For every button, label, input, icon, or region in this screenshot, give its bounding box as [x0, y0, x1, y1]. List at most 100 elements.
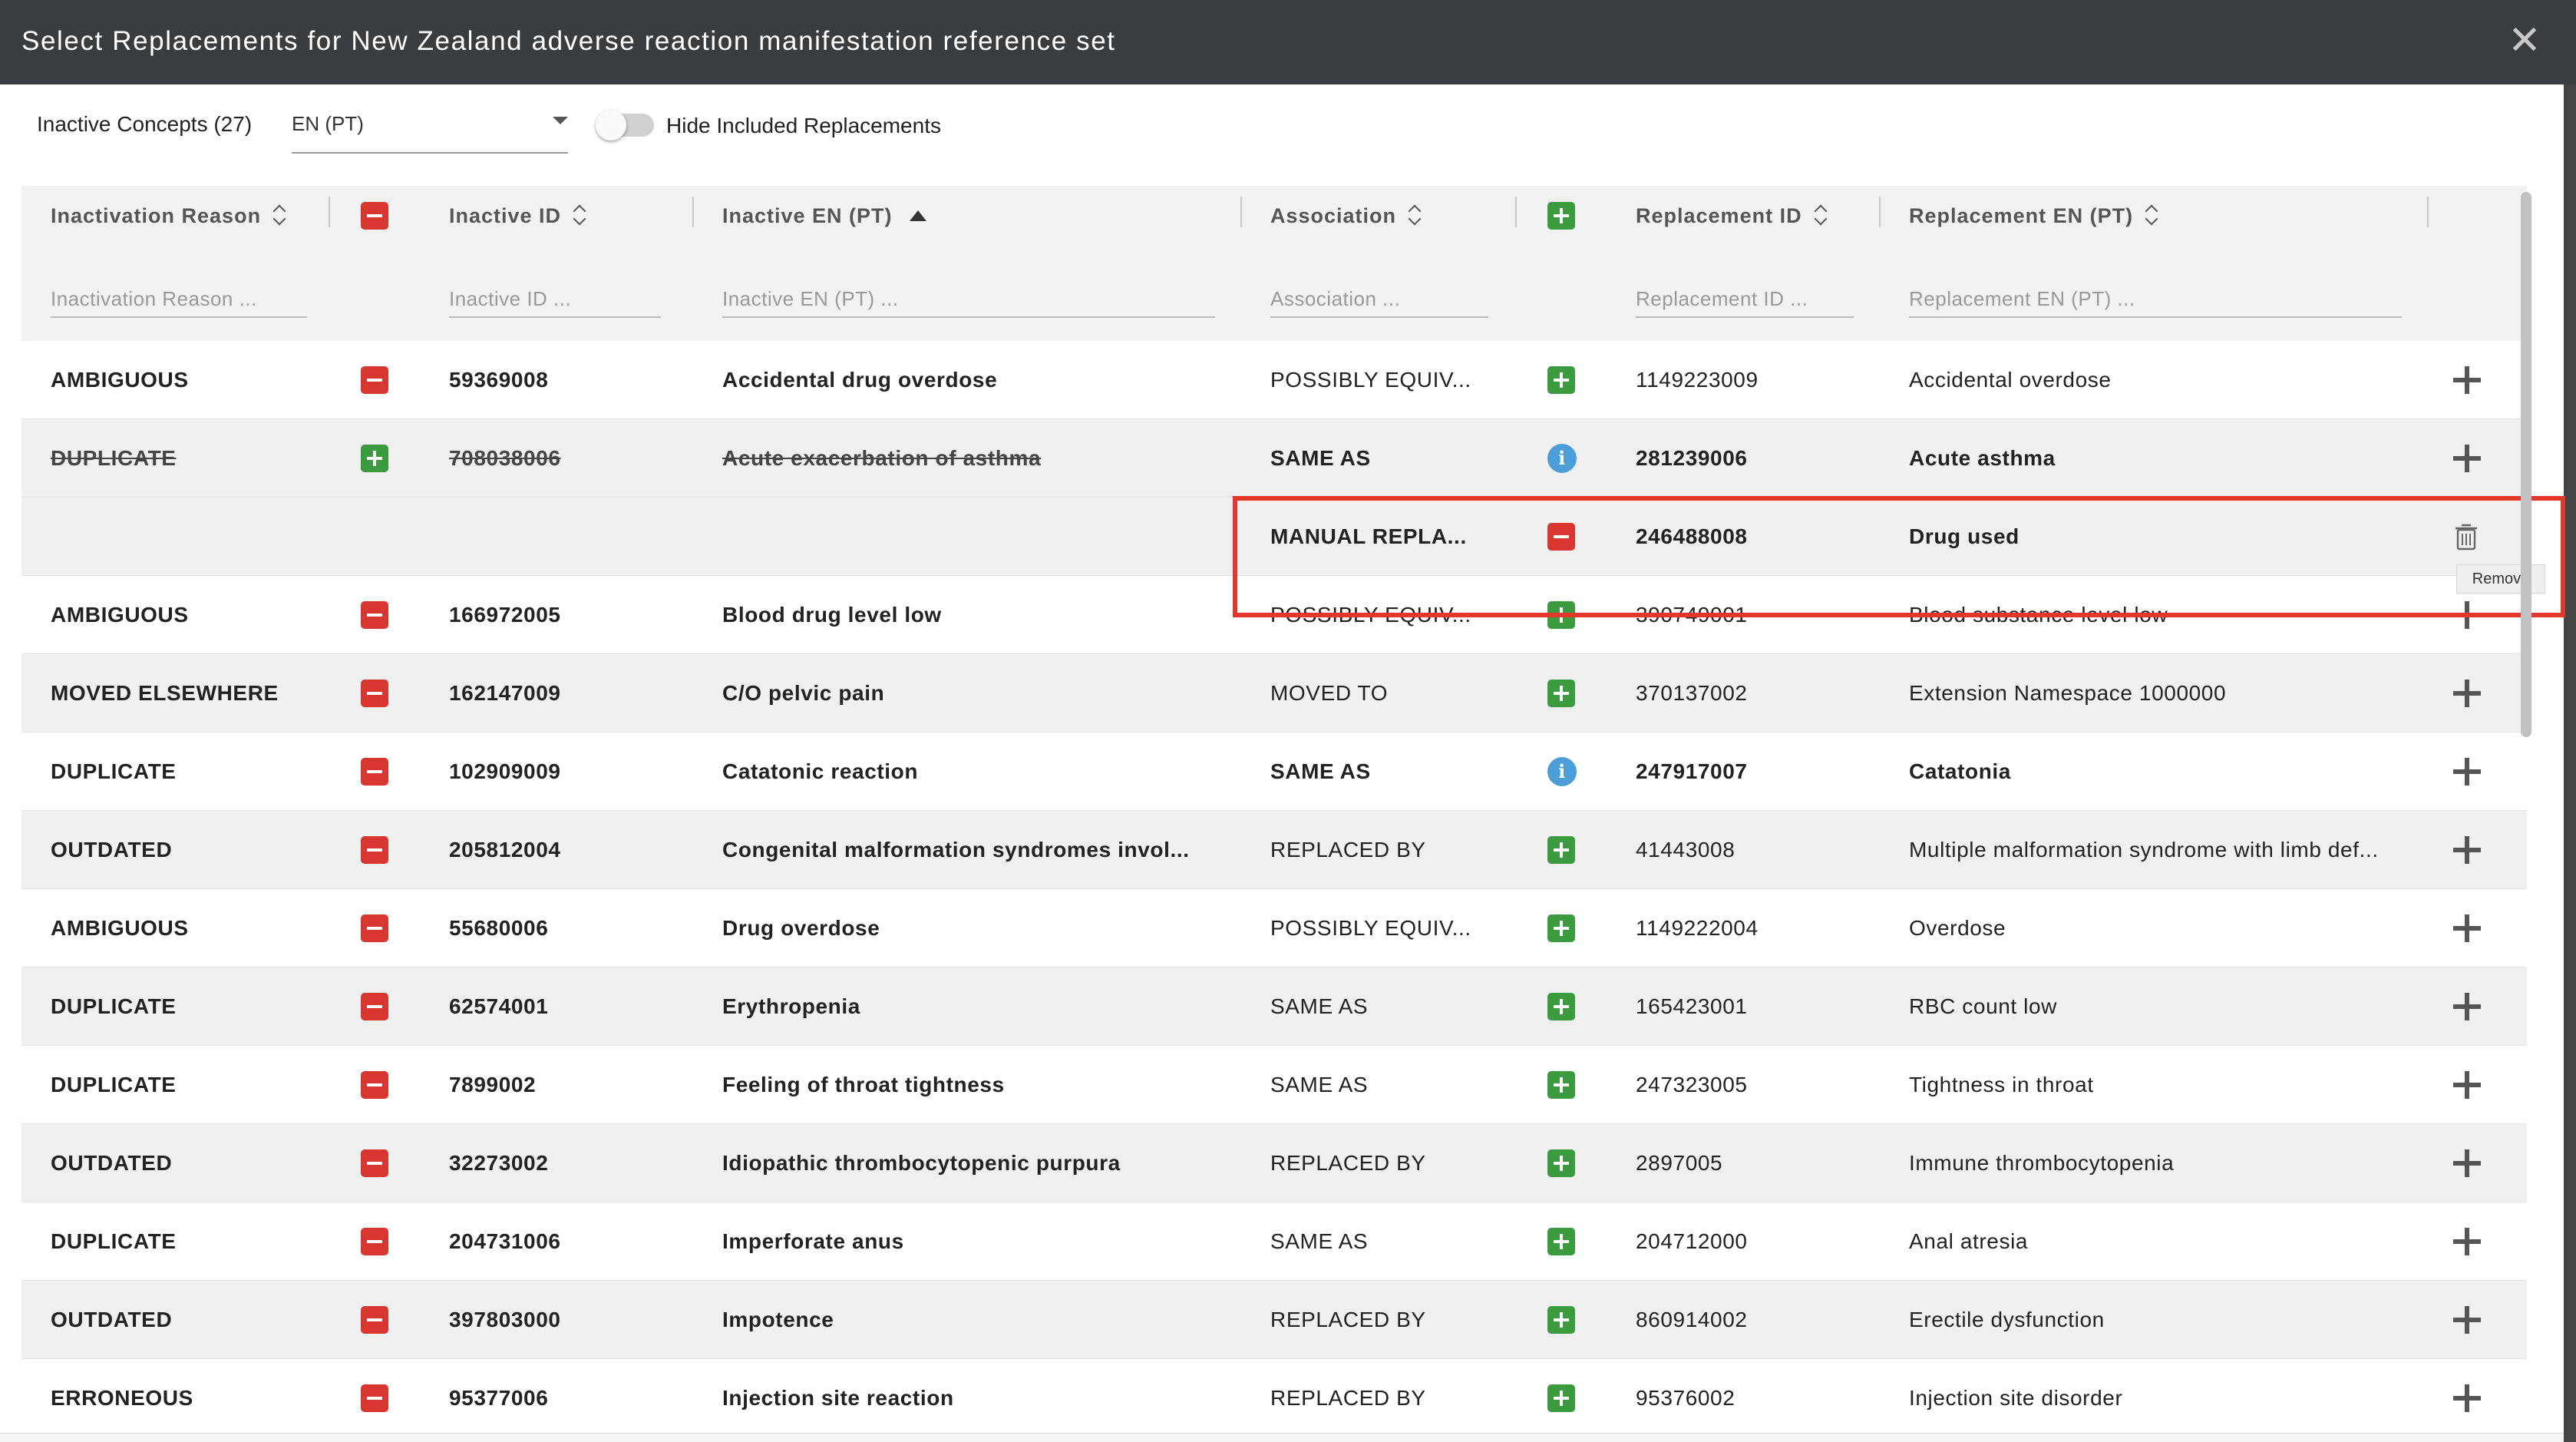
add-replacement-icon[interactable]: [2453, 758, 2481, 785]
sort-icon[interactable]: [273, 206, 287, 226]
association-add-button[interactable]: [1547, 601, 1575, 629]
inactive-en: Accidental drug overdose: [722, 368, 998, 392]
association: SAME AS: [1270, 446, 1371, 470]
filter-inactivation-reason[interactable]: Inactivation Reason ...: [51, 283, 307, 318]
replacement-en: RBC count low: [1909, 994, 2057, 1018]
association-add-button[interactable]: [1547, 914, 1575, 942]
add-replacement-icon[interactable]: [2453, 601, 2481, 629]
vertical-scrollbar[interactable]: [2521, 192, 2531, 737]
association-add-button[interactable]: [1547, 1384, 1575, 1412]
header-inactivation-reason[interactable]: Inactivation Reason: [51, 198, 287, 233]
header-add-all[interactable]: [1547, 198, 1575, 233]
header-replacement-id[interactable]: Replacement ID: [1636, 198, 1828, 233]
reason-cell: [361, 1046, 391, 1124]
reason-remove-button[interactable]: [361, 1071, 388, 1099]
sort-ascending-icon[interactable]: [909, 210, 926, 221]
reason-remove-button[interactable]: [361, 993, 388, 1020]
inactive-id: 62574001: [449, 994, 549, 1018]
association-add-button[interactable]: [1547, 1149, 1575, 1177]
replacement-en: Blood substance level low: [1909, 603, 2168, 627]
association-cell: i: [1547, 419, 1580, 498]
reason-remove-button[interactable]: [361, 758, 388, 785]
sort-icon[interactable]: [573, 206, 587, 226]
replacement-id: 247323005: [1636, 1073, 1748, 1096]
add-replacement-icon[interactable]: [2453, 1306, 2481, 1334]
add-replacement-icon[interactable]: [2453, 993, 2481, 1020]
sort-icon[interactable]: [1409, 206, 1422, 226]
replacement-en: Erectile dysfunction: [1909, 1308, 2105, 1331]
reason-remove-button[interactable]: [361, 1306, 388, 1334]
header-inactive-id[interactable]: Inactive ID: [449, 198, 587, 233]
info-icon[interactable]: i: [1547, 757, 1577, 786]
info-icon[interactable]: i: [1547, 444, 1577, 473]
reason-add-button[interactable]: [361, 445, 388, 472]
inactivation-reason: AMBIGUOUS: [51, 916, 189, 940]
replacement-en: Tightness in throat: [1909, 1073, 2094, 1096]
association-add-button[interactable]: [1547, 1228, 1575, 1255]
association: POSSIBLY EQUIV...: [1270, 368, 1471, 392]
filter-row: Inactivation Reason ... Inactive ID ... …: [21, 246, 2527, 341]
inactivation-reason: [51, 498, 342, 576]
add-replacement-icon[interactable]: [2453, 914, 2481, 942]
row-action-cell: [2453, 1359, 2487, 1437]
remove-all-button[interactable]: [361, 202, 388, 230]
reason-remove-button[interactable]: [361, 1228, 388, 1255]
inactive-en: Blood drug level low: [722, 603, 942, 627]
hide-included-toggle[interactable]: [596, 110, 654, 141]
reason-remove-button[interactable]: [361, 914, 388, 942]
association: REPLACED BY: [1270, 1151, 1426, 1175]
reason-remove-button[interactable]: [361, 366, 388, 394]
add-replacement-icon[interactable]: [2453, 1071, 2481, 1099]
inactive-en: Idiopathic thrombocytopenic purpura: [722, 1151, 1121, 1175]
reason-remove-button[interactable]: [361, 680, 388, 707]
inactive-en: Acute exacerbation of asthma: [722, 446, 1042, 470]
header-replacement-en[interactable]: Replacement EN (PT): [1909, 198, 2159, 233]
header-remove-all[interactable]: [361, 198, 388, 233]
filter-inactive-id[interactable]: Inactive ID ...: [449, 283, 661, 318]
reason-remove-button[interactable]: [361, 1149, 388, 1177]
inactivation-reason: DUPLICATE: [51, 759, 177, 783]
add-replacement-icon[interactable]: [2453, 1228, 2481, 1255]
add-replacement-icon[interactable]: [2453, 1384, 2481, 1412]
replacement-en: Injection site disorder: [1909, 1386, 2123, 1410]
row-action-cell: [2453, 889, 2487, 967]
filter-association[interactable]: Association ...: [1270, 283, 1488, 318]
header-label: Replacement ID: [1636, 203, 1802, 227]
association-add-button[interactable]: [1547, 836, 1575, 864]
association: REPLACED BY: [1270, 1308, 1426, 1331]
association-add-button[interactable]: [1547, 1071, 1575, 1099]
header-association[interactable]: Association: [1270, 198, 1422, 233]
sort-icon[interactable]: [2145, 206, 2159, 226]
table-row: DUPLICATE 204731006 Imperforate anus SAME A…: [21, 1202, 2527, 1281]
association: REPLACED BY: [1270, 838, 1426, 862]
association-add-button[interactable]: [1547, 1306, 1575, 1334]
association-add-button[interactable]: [1547, 366, 1575, 394]
add-all-button[interactable]: [1547, 202, 1575, 230]
reason-remove-button[interactable]: [361, 836, 388, 864]
filter-inactive-en[interactable]: Inactive EN (PT) ...: [722, 283, 1215, 318]
add-replacement-icon[interactable]: [2453, 366, 2481, 394]
add-replacement-icon[interactable]: [2453, 836, 2481, 864]
sort-icon[interactable]: [1815, 206, 1828, 226]
add-replacement-icon[interactable]: [2453, 1149, 2481, 1177]
add-replacement-icon[interactable]: [2453, 445, 2481, 472]
replacement-id: 204712000: [1636, 1229, 1748, 1253]
header-inactive-en[interactable]: Inactive EN (PT): [722, 198, 926, 233]
association-remove-button[interactable]: [1547, 523, 1575, 551]
close-icon[interactable]: ✕: [2504, 20, 2545, 61]
add-replacement-icon[interactable]: [2453, 680, 2481, 707]
reason-remove-button[interactable]: [361, 601, 388, 629]
inactive-id: 59369008: [449, 368, 549, 392]
association-cell: [1547, 1281, 1580, 1359]
row-action-cell: [2453, 733, 2487, 811]
filter-replacement-en[interactable]: Replacement EN (PT) ...: [1909, 283, 2402, 318]
replacement-en: Extension Namespace 1000000: [1909, 681, 2227, 705]
filter-replacement-id[interactable]: Replacement ID ...: [1636, 283, 1854, 318]
inactivation-reason: DUPLICATE: [51, 1229, 177, 1253]
association-add-button[interactable]: [1547, 993, 1575, 1020]
language-select[interactable]: EN (PT): [292, 106, 568, 154]
reason-remove-button[interactable]: [361, 1384, 388, 1412]
replacement-id: 1149223009: [1636, 368, 1759, 392]
trash-icon[interactable]: [2453, 522, 2479, 551]
association-add-button[interactable]: [1547, 680, 1575, 707]
